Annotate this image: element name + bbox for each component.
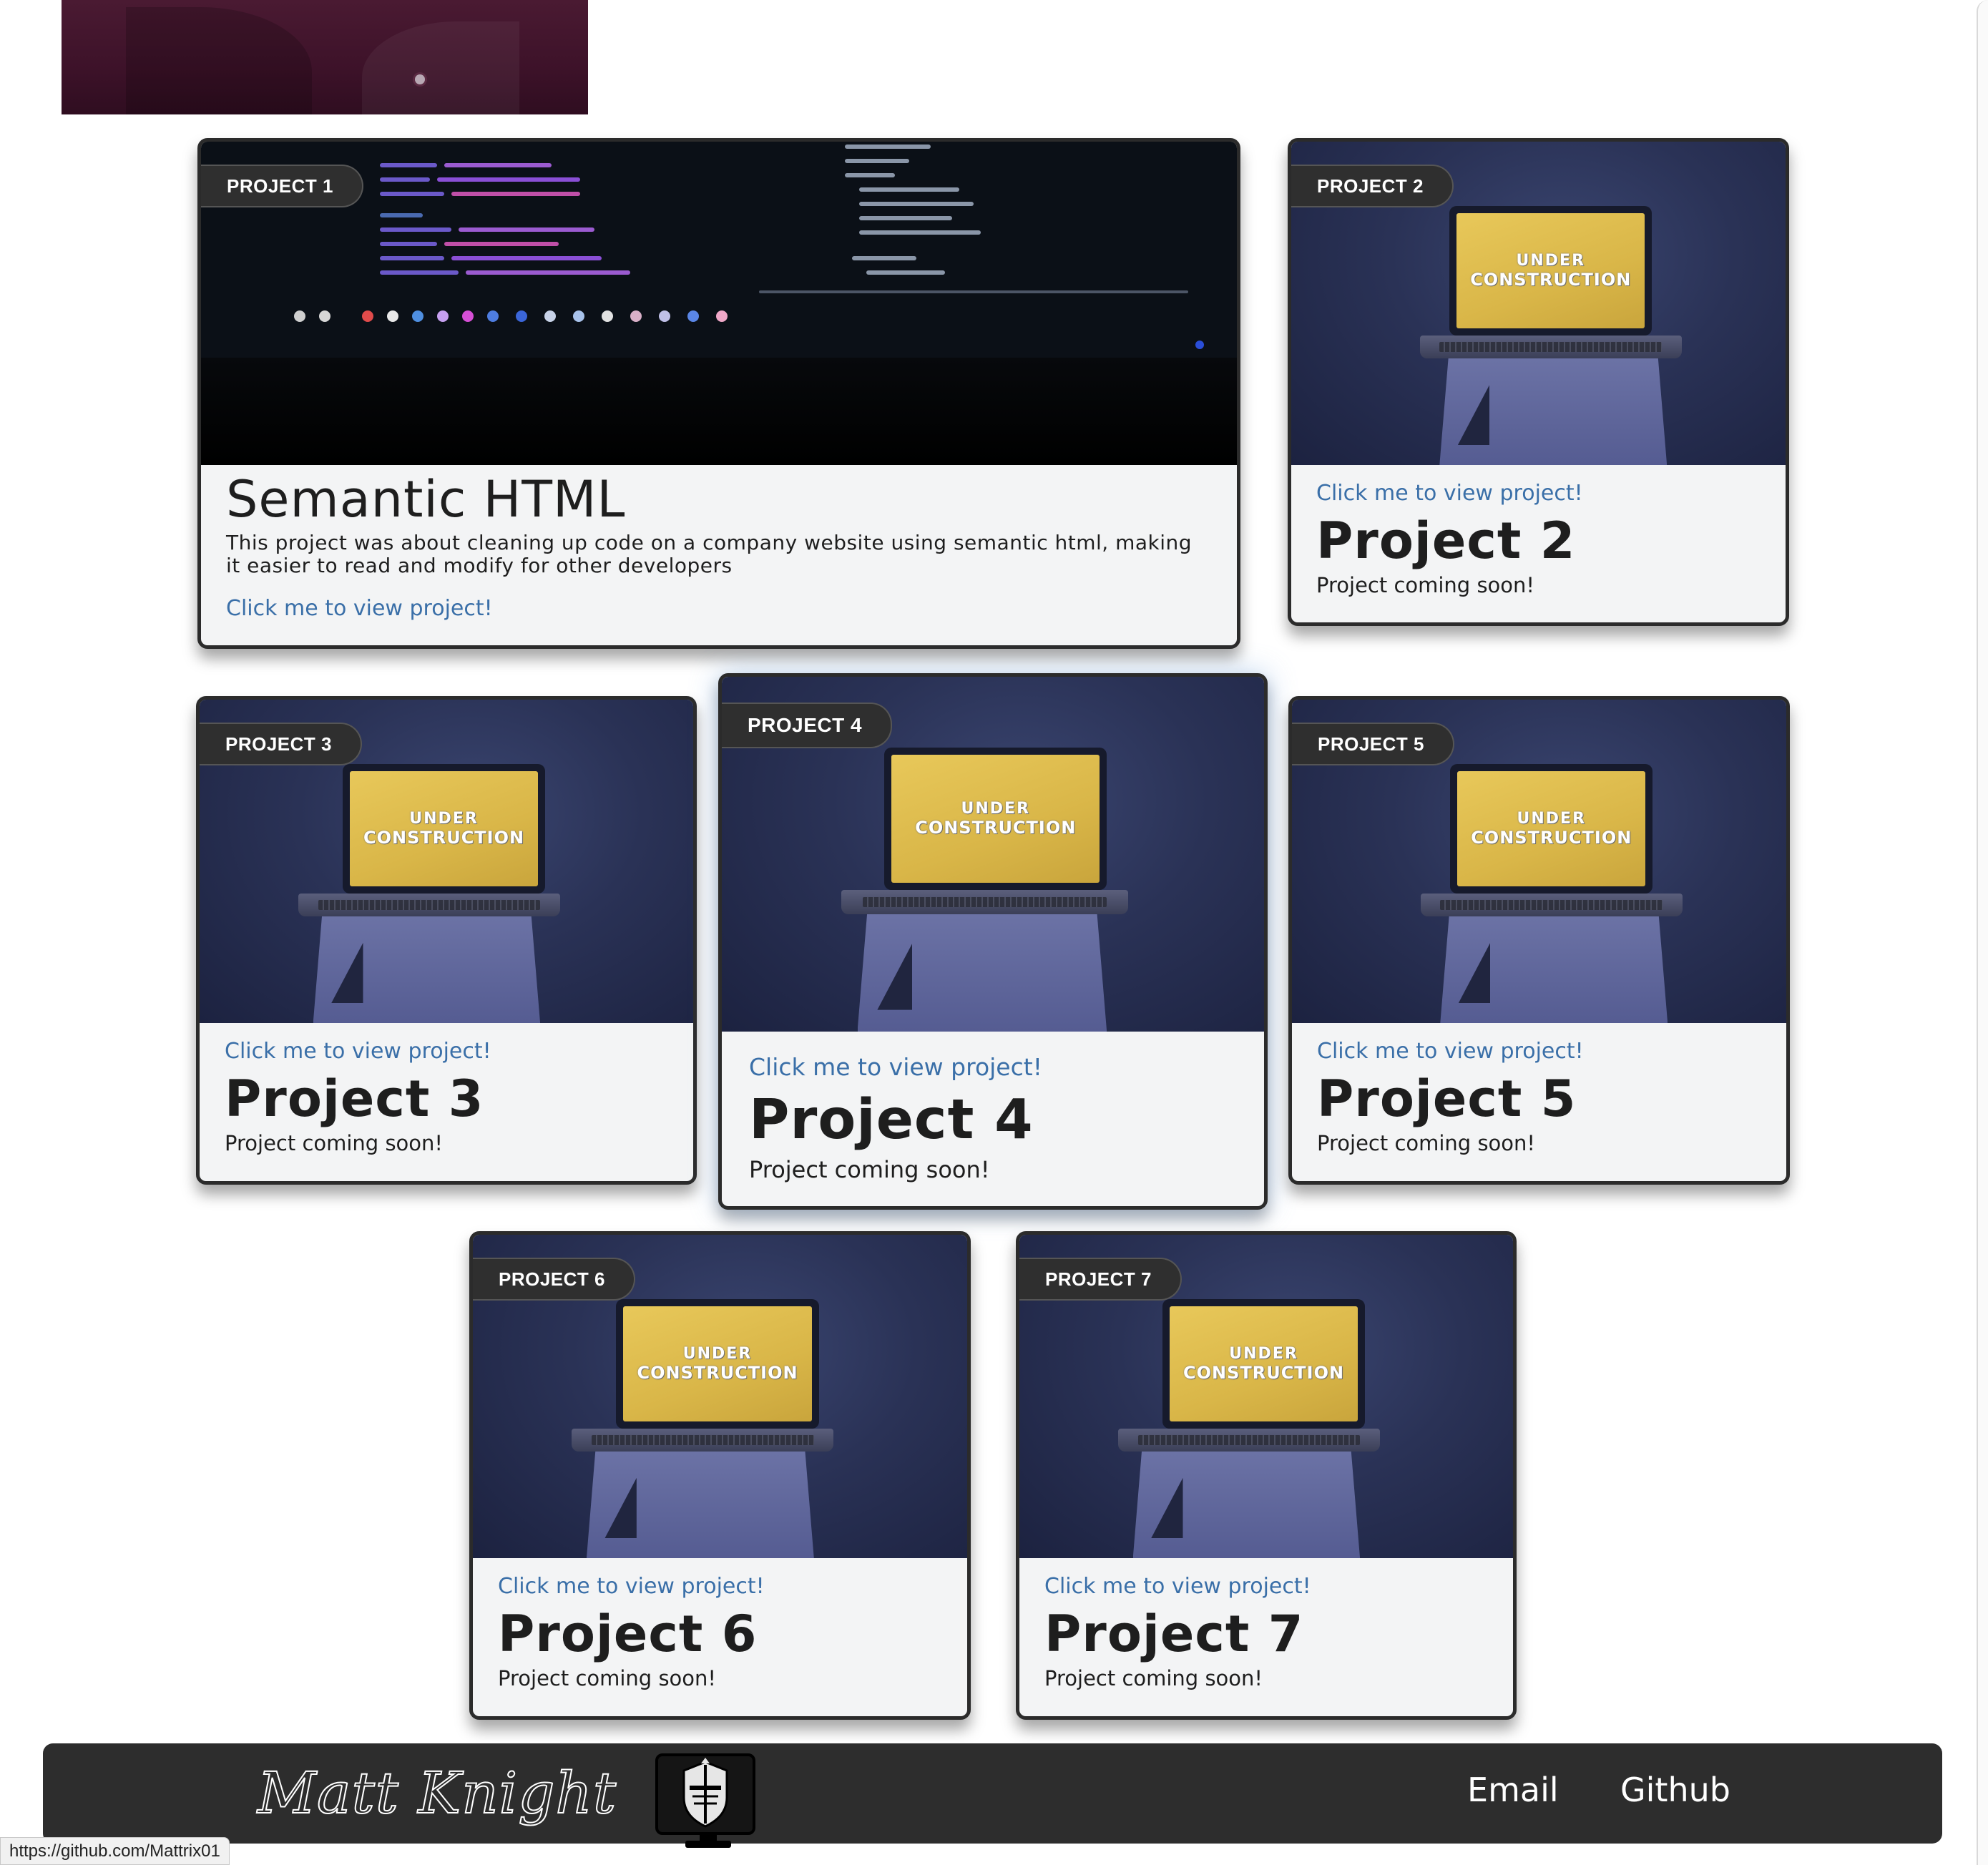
window-edge	[1977, 0, 1988, 1865]
under-construction-screen: UNDER CONSTRUCTION	[623, 1306, 812, 1422]
card-body: Click me to view project! Project 6 Proj…	[473, 1558, 967, 1716]
project-title: Project 6	[498, 1605, 758, 1663]
project-card-7[interactable]: UNDER CONSTRUCTION PROJECT 7 Click me to …	[1016, 1231, 1517, 1720]
footer: Matt Knight Email Github	[43, 1743, 1942, 1848]
project-title: Project 3	[225, 1069, 484, 1128]
project-card-3[interactable]: UNDER CONSTRUCTION PROJECT 3 Click me to …	[196, 696, 697, 1185]
view-project-link[interactable]: Click me to view project!	[1316, 481, 1761, 506]
project-description: Project coming soon!	[498, 1666, 717, 1690]
brand-name[interactable]: Matt Knight	[257, 1758, 617, 1829]
view-project-link[interactable]: Click me to view project!	[749, 1053, 1237, 1081]
nav-github-link[interactable]: Github	[1620, 1771, 1730, 1809]
project-card-6[interactable]: UNDER CONSTRUCTION PROJECT 6 Click me to …	[469, 1231, 971, 1720]
status-bar-url: https://github.com/Mattrix01	[0, 1837, 230, 1865]
card-body: Click me to view project! Project 7 Proj…	[1019, 1558, 1513, 1716]
card-body: Click me to view project! Project 2 Proj…	[1291, 465, 1786, 622]
under-construction-screen: UNDER CONSTRUCTION	[1456, 213, 1645, 329]
view-project-link[interactable]: Click me to view project!	[226, 596, 1212, 621]
project-title: Project 2	[1316, 511, 1576, 570]
project-description: Project coming soon!	[1044, 1666, 1263, 1690]
card-body: Click me to view project! Project 5 Proj…	[1292, 1023, 1786, 1181]
project-title: Project 7	[1044, 1605, 1304, 1663]
card-body: Click me to view project! Project 4 Proj…	[722, 1032, 1264, 1206]
project-tag: PROJECT 6	[473, 1258, 635, 1301]
project-tag: PROJECT 7	[1019, 1258, 1182, 1301]
knight-helmet-monitor-icon[interactable]	[655, 1753, 755, 1848]
project-description: Project coming soon!	[1316, 573, 1535, 597]
view-project-link[interactable]: Click me to view project!	[1317, 1039, 1761, 1064]
project-description: Project coming soon!	[749, 1156, 990, 1183]
project-description: Project coming soon!	[1317, 1131, 1536, 1155]
project-card-5[interactable]: UNDER CONSTRUCTION PROJECT 5 Click me to …	[1288, 696, 1790, 1185]
under-construction-screen: UNDER CONSTRUCTION	[1457, 771, 1646, 887]
project-card-4[interactable]: UNDER CONSTRUCTION PROJECT 4 Click me to …	[718, 673, 1268, 1210]
project-card-2[interactable]: UNDER CONSTRUCTION PROJECT 2 Click me to …	[1288, 138, 1789, 626]
shirt-button	[415, 74, 425, 84]
project-card-1[interactable]: PROJECT 1 Semantic HTML This project was…	[197, 138, 1240, 649]
project-description: This project was about cleaning up code …	[226, 531, 1193, 578]
project-title: Project 5	[1317, 1069, 1577, 1128]
project-tag: PROJECT 2	[1291, 165, 1454, 207]
hero-portrait-photo	[62, 0, 588, 114]
project-title: Semantic HTML	[226, 470, 626, 529]
view-project-link[interactable]: Click me to view project!	[225, 1039, 668, 1064]
view-project-link[interactable]: Click me to view project!	[498, 1574, 942, 1599]
project-tag: PROJECT 4	[722, 703, 893, 748]
project-tag: PROJECT 1	[201, 165, 363, 207]
nav-email-link[interactable]: Email	[1467, 1771, 1559, 1809]
under-construction-screen: UNDER CONSTRUCTION	[891, 755, 1100, 883]
project-title: Project 4	[749, 1088, 1034, 1152]
card-body: Semantic HTML This project was about cle…	[201, 465, 1237, 645]
card-body: Click me to view project! Project 3 Proj…	[200, 1023, 693, 1181]
project-tag: PROJECT 3	[200, 723, 362, 765]
under-construction-screen: UNDER CONSTRUCTION	[350, 771, 538, 887]
project-description: Project coming soon!	[225, 1131, 444, 1155]
project-tag: PROJECT 5	[1292, 723, 1454, 765]
view-project-link[interactable]: Click me to view project!	[1044, 1574, 1488, 1599]
under-construction-screen: UNDER CONSTRUCTION	[1170, 1306, 1358, 1422]
